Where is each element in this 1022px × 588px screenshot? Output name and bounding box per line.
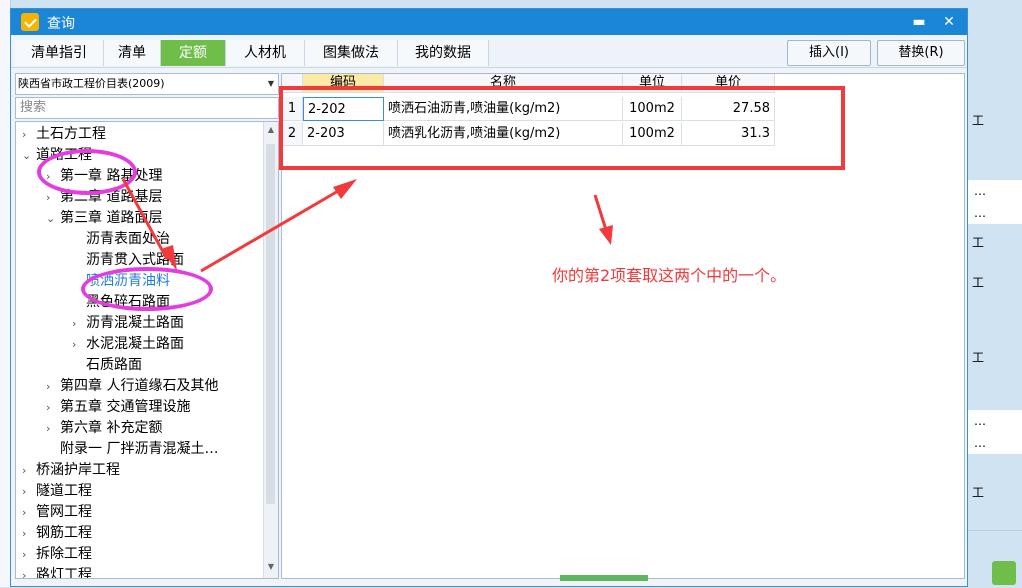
tree-node[interactable]: › 第四章 人行道缘石及其他: [46, 376, 218, 396]
bg-cell-text: 工: [972, 275, 985, 290]
tree-node-label: 石质路面: [86, 357, 142, 373]
chevron-icon[interactable]: ›: [22, 524, 36, 544]
tree-node[interactable]: › 路灯工程: [22, 565, 92, 579]
tab-quota[interactable]: 定额: [161, 40, 226, 66]
tree-node-label: 隧道工程: [36, 483, 92, 499]
title-bar[interactable]: 查询 ▬ ✕: [11, 9, 967, 35]
query-dialog: 查询 ▬ ✕ 清单指引 清单 定额 人材机 图集做法 我的数据 插入(I) 替换…: [10, 8, 968, 587]
chevron-icon[interactable]: ›: [22, 545, 36, 565]
tree-node[interactable]: ⌄ 第三章 道路面层: [46, 208, 162, 228]
background-right-strip: 工 … … 工 工 工 … … 工: [968, 0, 1022, 587]
tab-labor-material-machine[interactable]: 人材机: [226, 40, 305, 66]
bg-cell: …: [968, 410, 1022, 433]
tree-node[interactable]: › 钢筋工程: [22, 523, 92, 543]
bg-cell: [968, 0, 1022, 61]
chevron-icon[interactable]: ›: [22, 482, 36, 502]
scrollbar-thumb[interactable]: [266, 144, 275, 504]
tab-list[interactable]: 清单: [104, 40, 161, 66]
annotation-rect: [279, 86, 845, 170]
scroll-down-icon[interactable]: ▼: [265, 562, 277, 574]
chevron-icon[interactable]: ›: [46, 377, 60, 397]
tree-node-label: 第六章 补充定额: [60, 420, 163, 436]
tree-node[interactable]: › 第六章 补充定额: [46, 418, 162, 438]
bg-cell-text: 工: [972, 350, 985, 365]
chevron-icon[interactable]: ›: [72, 335, 86, 355]
tree-node[interactable]: › 第五章 交通管理设施: [46, 397, 190, 417]
bg-cell-text: …: [974, 436, 986, 450]
tree-node-label: 第四章 人行道缘石及其他: [60, 378, 219, 394]
chevron-icon[interactable]: ›: [22, 125, 36, 145]
tree-node[interactable]: 石质路面: [72, 355, 142, 375]
bg-cell: 工: [968, 224, 1022, 261]
bg-cell: …: [968, 202, 1022, 225]
chevron-icon[interactable]: ›: [72, 314, 86, 334]
replace-button[interactable]: 替换(R): [877, 40, 965, 66]
bg-cell: 工: [968, 60, 1022, 181]
chevron-icon[interactable]: ›: [22, 503, 36, 523]
tree-node-label: 附录一 厂拌沥青混凝土…: [60, 441, 219, 457]
chevron-icon[interactable]: ›: [22, 461, 36, 481]
left-panel: 陕西省市政工程价目表(2009) ▼ 搜索 › 土石方工程 ⌄ 道路工程 › 第一章 …: [15, 73, 279, 579]
tree-node-label: 路灯工程: [36, 567, 92, 579]
resize-grip[interactable]: [560, 575, 648, 581]
bg-cell-text: …: [974, 414, 986, 428]
library-select-value: 陕西省市政工程价目表(2009): [18, 77, 165, 90]
bg-cell: …: [968, 432, 1022, 455]
tree-node[interactable]: › 土石方工程: [22, 124, 106, 144]
bg-cell-text: 工: [972, 485, 985, 500]
tree-node-label: 沥青混凝土路面: [86, 315, 184, 331]
dropdown-arrow-icon[interactable]: ▼: [268, 74, 274, 94]
tree-node-label: 沥青表面处治: [86, 231, 170, 247]
bg-cell-text: 工: [972, 235, 985, 250]
close-button[interactable]: ✕: [939, 12, 959, 32]
tree-node-label: 钢筋工程: [36, 525, 92, 541]
annotation-ellipse-road: [37, 149, 137, 195]
tree-node[interactable]: 附录一 厂拌沥青混凝土…: [46, 439, 218, 459]
tree-node-label: 沥青贯入式路面: [86, 252, 184, 268]
app-logo-icon: [21, 13, 39, 31]
bg-cell: …: [968, 180, 1022, 203]
bg-cell: 工: [968, 260, 1022, 305]
chevron-icon[interactable]: ⌄: [46, 209, 60, 229]
tree-scrollbar[interactable]: ▲ ▼: [263, 122, 278, 578]
scroll-up-icon[interactable]: ▲: [265, 125, 277, 137]
tab-list-guide[interactable]: 清单指引: [15, 40, 104, 66]
tab-atlas-method[interactable]: 图集做法: [305, 40, 398, 66]
chevron-icon[interactable]: ›: [46, 398, 60, 418]
taskbar-app-icon[interactable]: [992, 561, 1016, 585]
tree-node-label: 第三章 道路面层: [60, 210, 163, 226]
tree-node[interactable]: › 桥涵护岸工程: [22, 460, 120, 480]
tree-node-label: 管网工程: [36, 504, 92, 520]
insert-button[interactable]: 插入(I): [787, 40, 871, 66]
bg-cell-text: 工: [972, 113, 985, 128]
window-title: 查询: [47, 16, 75, 32]
tree-node[interactable]: › 管网工程: [22, 502, 92, 522]
bg-cell: 工: [968, 454, 1022, 531]
tree-node[interactable]: › 水泥混凝土路面: [72, 334, 184, 354]
tab-my-data[interactable]: 我的数据: [398, 40, 489, 66]
tree-node-label: 拆除工程: [36, 546, 92, 562]
tree-node-label: 土石方工程: [36, 126, 106, 142]
bg-cell-text: …: [974, 206, 986, 220]
tree-node[interactable]: › 沥青混凝土路面: [72, 313, 184, 333]
search-input[interactable]: 搜索: [15, 97, 279, 119]
annotation-ellipse-spray: [81, 267, 213, 311]
tree-node[interactable]: › 隧道工程: [22, 481, 92, 501]
chevron-icon[interactable]: ›: [22, 566, 36, 578]
tab-bar: 清单指引 清单 定额 人材机 图集做法 我的数据 插入(I) 替换(R): [11, 35, 967, 68]
bg-cell-text: …: [974, 184, 986, 198]
tree-node[interactable]: › 拆除工程: [22, 544, 92, 564]
bg-cell: 工: [968, 304, 1022, 411]
library-select[interactable]: 陕西省市政工程价目表(2009) ▼: [15, 73, 279, 95]
minimize-button[interactable]: ▬: [909, 12, 929, 32]
tree-node-label: 第五章 交通管理设施: [60, 399, 191, 415]
chevron-icon[interactable]: ›: [46, 419, 60, 439]
tree-node-label: 水泥混凝土路面: [86, 336, 184, 352]
tree-node[interactable]: 沥青表面处治: [72, 229, 170, 249]
annotation-text: 你的第2项套取这两个中的一个。: [552, 266, 787, 285]
tree-node-label: 桥涵护岸工程: [36, 462, 120, 478]
chevron-icon[interactable]: ⌄: [22, 146, 36, 166]
